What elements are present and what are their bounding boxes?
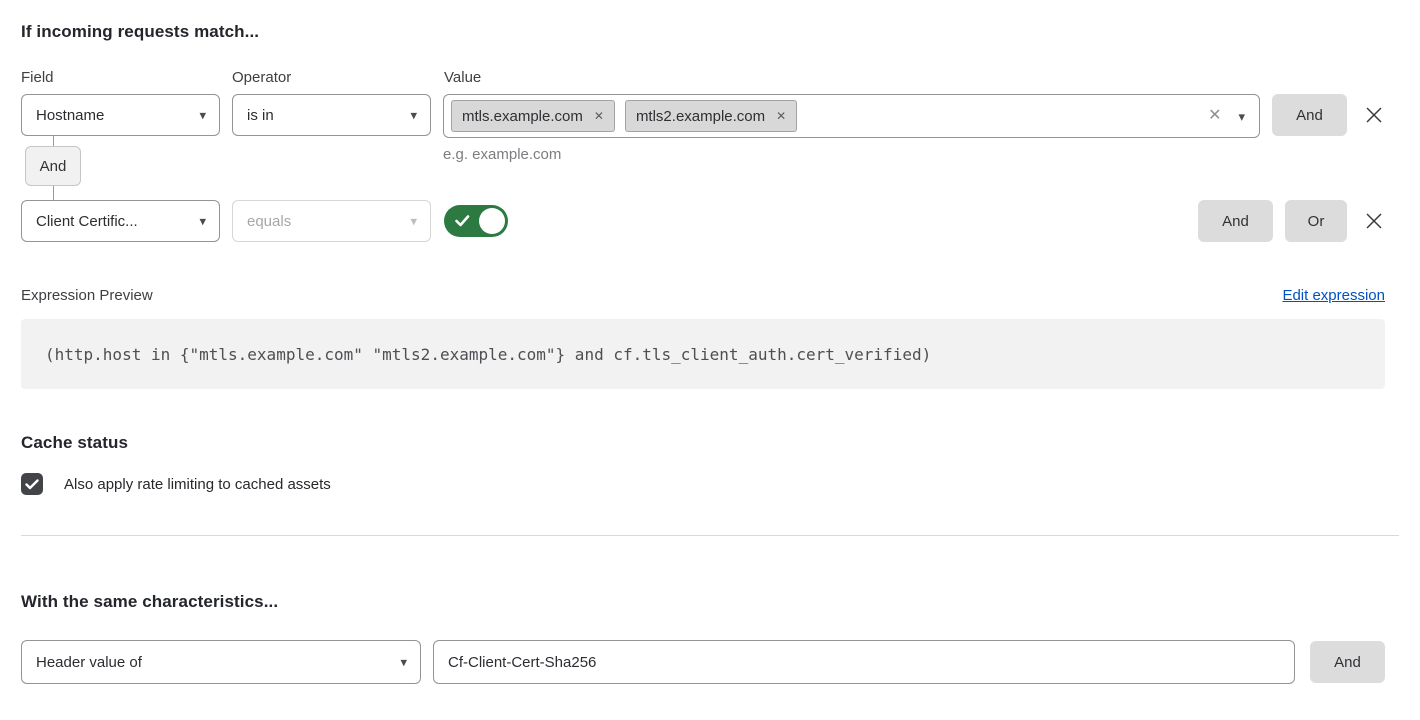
- characteristics-row: Header value of ▾ And: [21, 640, 1385, 684]
- close-icon: [1364, 211, 1384, 231]
- edit-expression-link[interactable]: Edit expression: [1282, 287, 1385, 304]
- chevron-down-icon: ▾: [400, 656, 407, 669]
- field-select-2-value: Client Certific...: [36, 213, 138, 230]
- value-tags: mtls.example.com ✕ mtls2.example.com ✕: [451, 100, 1208, 132]
- chevron-down-icon: ▾: [410, 215, 417, 228]
- rule-builder: If incoming requests match... Field Oper…: [0, 0, 1420, 720]
- add-and-condition-button[interactable]: And: [1272, 94, 1347, 136]
- toggle-knob: [479, 208, 505, 234]
- field-select-2[interactable]: Client Certific... ▾: [21, 200, 220, 242]
- close-icon: [1364, 105, 1384, 125]
- operator-select-1-value: is in: [247, 107, 274, 124]
- value-tag-text: mtls2.example.com: [636, 108, 765, 125]
- value-helper-text: e.g. example.com: [443, 146, 1260, 163]
- cert-verified-toggle[interactable]: [444, 205, 508, 237]
- add-and-condition-button[interactable]: And: [1198, 200, 1273, 242]
- value-tag-text: mtls.example.com: [462, 108, 583, 125]
- operator-column-label: Operator: [232, 69, 444, 86]
- field-column-label: Field: [21, 69, 232, 86]
- chevron-down-icon[interactable]: ▾: [1238, 110, 1245, 123]
- connector-and-button[interactable]: And: [25, 146, 81, 186]
- value-tag: mtls.example.com ✕: [451, 100, 615, 132]
- delete-condition-icon[interactable]: [1363, 200, 1385, 242]
- add-characteristic-button[interactable]: And: [1310, 641, 1385, 683]
- chevron-down-icon: ▾: [199, 109, 206, 122]
- characteristics-title: With the same characteristics...: [21, 592, 1385, 612]
- expression-preview-header: Expression Preview Edit expression: [21, 287, 1385, 304]
- header-name-input[interactable]: [433, 640, 1295, 684]
- field-select-1[interactable]: Hostname ▾: [21, 94, 220, 136]
- check-icon: [455, 215, 470, 227]
- condition-row-2: Client Certific... ▾ equals ▾ And Or: [21, 200, 1385, 242]
- cache-status-row: Also apply rate limiting to cached asset…: [21, 473, 1385, 495]
- value-column-label: Value: [444, 69, 481, 86]
- chevron-down-icon: ▾: [410, 109, 417, 122]
- characteristic-select-value: Header value of: [36, 654, 142, 671]
- cached-assets-checkbox[interactable]: [21, 473, 43, 495]
- operator-select-2: equals ▾: [232, 200, 431, 242]
- check-icon: [25, 479, 39, 490]
- delete-condition-icon[interactable]: [1363, 94, 1385, 136]
- chevron-down-icon: ▾: [199, 215, 206, 228]
- operator-select-2-value: equals: [247, 213, 291, 230]
- field-select-1-value: Hostname: [36, 107, 104, 124]
- characteristic-select[interactable]: Header value of ▾: [21, 640, 421, 684]
- connector-line: [53, 135, 54, 146]
- connector-line: [53, 186, 54, 200]
- add-or-condition-button[interactable]: Or: [1285, 200, 1347, 242]
- section-divider: [21, 535, 1399, 536]
- column-labels: Field Operator Value: [21, 69, 1385, 86]
- expression-preview-label: Expression Preview: [21, 287, 153, 304]
- cache-status-title: Cache status: [21, 433, 1385, 453]
- match-section-title: If incoming requests match...: [21, 22, 1385, 42]
- value-cell: mtls.example.com ✕ mtls2.example.com ✕ ✕…: [443, 94, 1260, 163]
- remove-tag-icon[interactable]: ✕: [776, 109, 786, 123]
- value-tag: mtls2.example.com ✕: [625, 100, 797, 132]
- expression-code: (http.host in {"mtls.example.com" "mtls2…: [21, 319, 1385, 389]
- clear-values-icon[interactable]: ✕: [1208, 108, 1221, 124]
- value-multiselect[interactable]: mtls.example.com ✕ mtls2.example.com ✕ ✕…: [443, 94, 1260, 138]
- operator-select-1[interactable]: is in ▾: [232, 94, 431, 136]
- remove-tag-icon[interactable]: ✕: [594, 109, 604, 123]
- cached-assets-checkbox-label: Also apply rate limiting to cached asset…: [64, 476, 331, 493]
